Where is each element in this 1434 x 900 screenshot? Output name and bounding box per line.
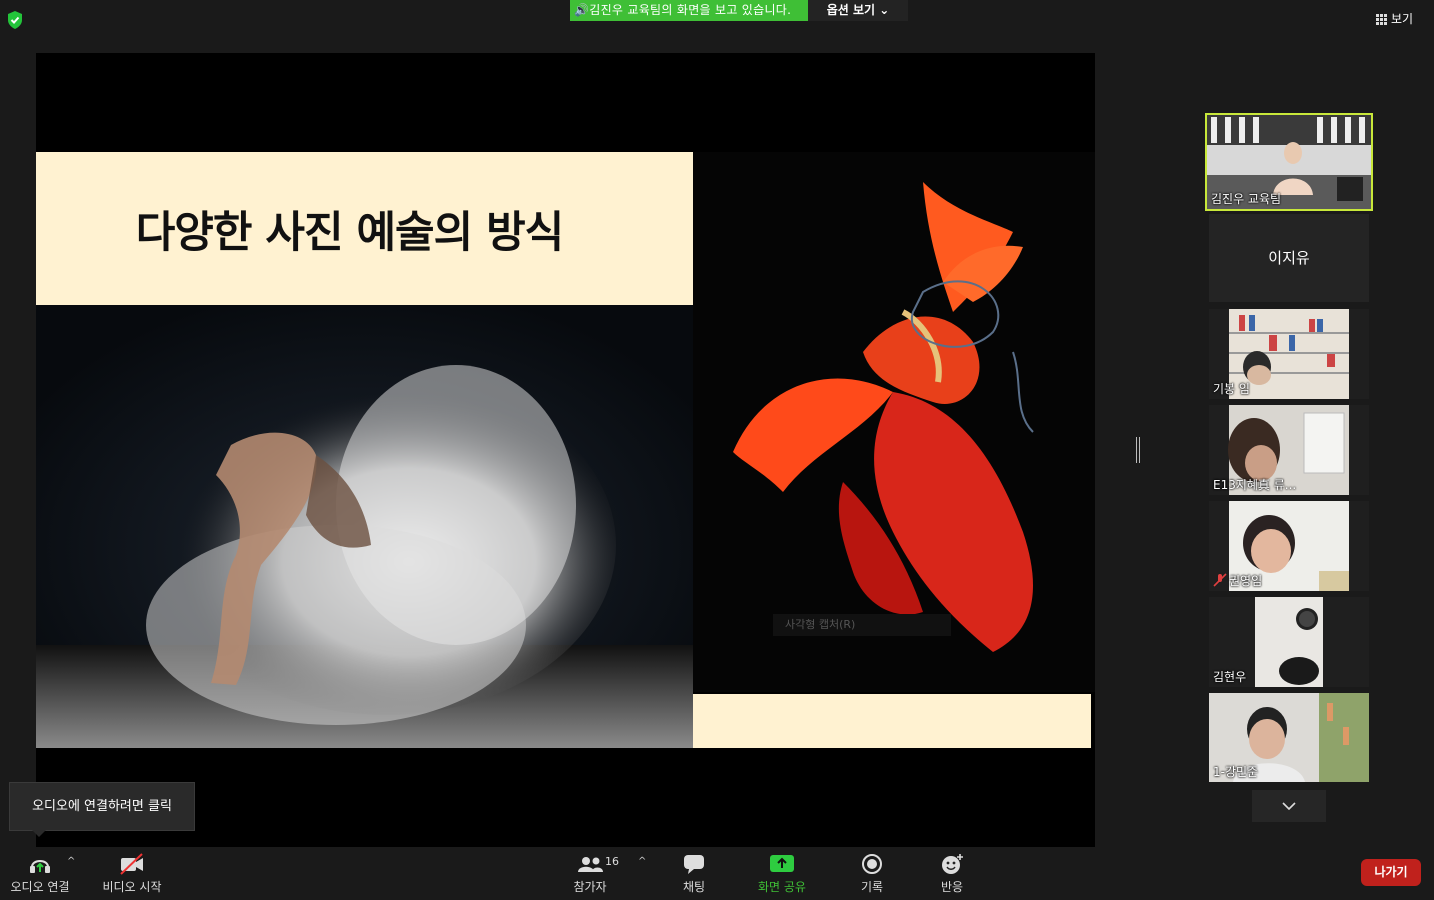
capture-hint: 사각형 캡처(R) bbox=[773, 614, 951, 636]
join-audio-button[interactable]: 오디오 연결 bbox=[4, 853, 76, 897]
share-screen-label: 화면 공유 bbox=[758, 880, 806, 894]
participant-count: 16 bbox=[605, 855, 619, 868]
participant-name: 김진우 교육팀 bbox=[1211, 192, 1282, 206]
audio-options-caret[interactable]: ^ bbox=[67, 856, 75, 867]
record-icon bbox=[862, 854, 882, 874]
powder-dancer-photo bbox=[36, 305, 693, 748]
share-screen-button[interactable]: 화면 공유 bbox=[750, 853, 814, 897]
screen-share-banner: 🔊김진우 교육팀의 화면을 보고 있습니다. bbox=[570, 0, 808, 21]
start-video-label: 비디오 시작 bbox=[102, 880, 162, 894]
participant-tile[interactable]: 김진우 교육팀 bbox=[1205, 113, 1373, 211]
participant-name: 이지유 bbox=[1268, 249, 1310, 267]
view-layout-button[interactable]: 보기 bbox=[1376, 8, 1426, 30]
record-label: 기록 bbox=[860, 880, 884, 894]
reactions-label: 반응 bbox=[940, 880, 964, 894]
participant-tile[interactable]: 이지유 bbox=[1209, 214, 1369, 302]
gallery-scroll-down-button[interactable] bbox=[1252, 790, 1326, 822]
view-label: 보기 bbox=[1391, 12, 1414, 26]
share-screen-icon bbox=[770, 855, 794, 872]
leave-meeting-button[interactable]: 나가기 bbox=[1361, 859, 1421, 886]
participant-name: E13지혜真 류... bbox=[1213, 478, 1297, 492]
slide-bottom-band bbox=[693, 694, 1091, 748]
video-off-icon bbox=[120, 853, 143, 875]
participant-name: 권영임 bbox=[1229, 574, 1263, 588]
participant-tile[interactable]: 기봉 임 bbox=[1209, 309, 1369, 399]
tooltip-arrow bbox=[32, 830, 46, 837]
panel-resize-handle[interactable] bbox=[1136, 437, 1140, 463]
reactions-button[interactable]: 반응 bbox=[928, 853, 976, 897]
participant-name: 기봉 임 bbox=[1213, 382, 1250, 396]
chat-icon bbox=[684, 855, 704, 874]
security-shield-icon[interactable] bbox=[6, 10, 24, 30]
headphones-icon bbox=[30, 860, 50, 873]
muted-mic-icon bbox=[1213, 573, 1227, 587]
slide-title: 다양한 사진 예술의 방식 bbox=[135, 207, 565, 258]
participant-name: 김현우 bbox=[1213, 670, 1247, 684]
participants-label: 참가자 bbox=[573, 880, 607, 894]
participants-icon bbox=[578, 857, 603, 872]
participant-tile[interactable]: 김현우 bbox=[1209, 597, 1369, 687]
participant-name: 1-강민준 bbox=[1213, 765, 1259, 779]
participants-options-caret[interactable]: ^ bbox=[638, 856, 646, 867]
view-options-button[interactable]: 옵션 보기 ⌄ bbox=[808, 0, 908, 21]
emoji-reaction-icon bbox=[942, 854, 963, 874]
shared-screen[interactable]: 다양한 사진 예술의 방식 사각형 캡처(R) bbox=[36, 53, 1095, 847]
participant-tile[interactable]: E13지혜真 류... bbox=[1209, 405, 1369, 495]
join-audio-label: 오디오 연결 bbox=[10, 880, 70, 894]
chevron-down-icon bbox=[1282, 802, 1296, 810]
start-video-button[interactable]: 비디오 시작 bbox=[96, 853, 168, 897]
chat-button[interactable]: 채팅 bbox=[670, 853, 718, 897]
red-fabric-dancer-photo bbox=[693, 152, 1095, 692]
record-button[interactable]: 기록 bbox=[848, 853, 896, 897]
participant-tile[interactable]: 1-강민준 bbox=[1209, 693, 1369, 782]
grid-icon bbox=[1376, 13, 1387, 25]
slide-title-band: 다양한 사진 예술의 방식 bbox=[36, 152, 693, 305]
chat-label: 채팅 bbox=[682, 880, 706, 894]
audio-tooltip: 오디오에 연결하려면 클릭 bbox=[9, 782, 195, 831]
participant-tile[interactable]: 권영임 bbox=[1209, 501, 1369, 591]
